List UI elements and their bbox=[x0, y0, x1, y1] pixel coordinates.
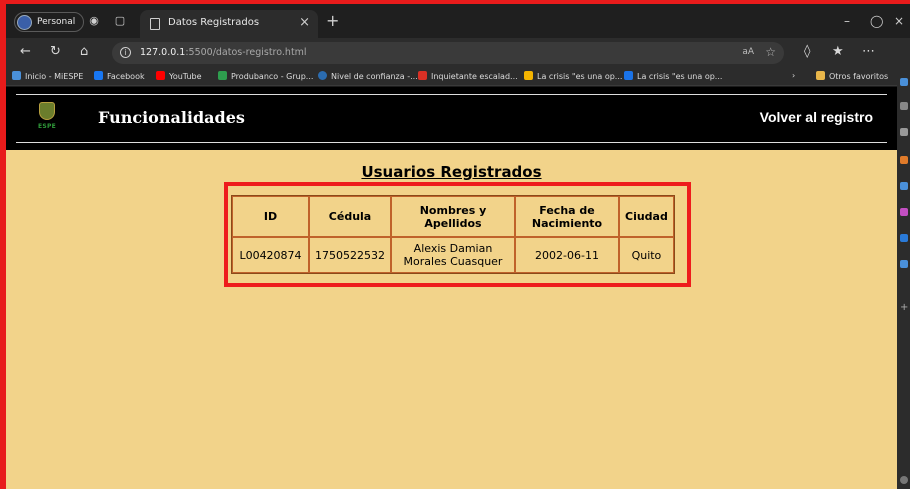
bookmarks-bar: Inicio - MiESPE Facebook YouTube Produba… bbox=[6, 68, 910, 86]
search-icon[interactable] bbox=[900, 128, 908, 136]
sidebar-icon[interactable] bbox=[900, 208, 908, 216]
divider bbox=[16, 142, 887, 143]
page-content: ESPE Funcionalidades Volver al registro … bbox=[6, 87, 897, 489]
sidebar-icon[interactable] bbox=[900, 156, 908, 164]
copilot-icon[interactable]: ◊ bbox=[804, 45, 810, 59]
column-header-nombres: Nombres y Apellidos bbox=[391, 196, 515, 237]
table-header-row: ID Cédula Nombres y Apellidos Fecha de N… bbox=[232, 196, 674, 237]
espe-logo: ESPE bbox=[36, 102, 58, 134]
bookmark-item[interactable]: Produbanco - Grup... bbox=[218, 71, 313, 81]
folder-icon bbox=[816, 71, 825, 80]
bookmark-item[interactable]: Inicio - MiESPE bbox=[12, 71, 83, 81]
add-icon[interactable]: + bbox=[900, 303, 908, 313]
shield-icon bbox=[39, 102, 55, 120]
profile-button[interactable]: Personal bbox=[14, 12, 85, 32]
tab-bar: Personal ◉ ▢ Datos Registrados × + – ◯ × bbox=[6, 4, 910, 38]
bookmark-icon bbox=[12, 71, 21, 80]
tab-title: Datos Registrados bbox=[168, 17, 260, 28]
profile-label: Personal bbox=[37, 17, 76, 27]
site-title: Funcionalidades bbox=[98, 108, 245, 127]
avatar bbox=[17, 15, 32, 30]
logo-text: ESPE bbox=[37, 123, 57, 130]
bookmark-item[interactable]: La crisis "es una op... bbox=[524, 71, 622, 81]
more-options-icon[interactable]: ⋯ bbox=[862, 45, 875, 59]
address-bar[interactable]: i 127.0.0.1:5500/datos-registro.html aA … bbox=[112, 42, 784, 64]
bookmark-icon bbox=[318, 71, 327, 80]
gear-icon[interactable] bbox=[900, 476, 908, 484]
site-header: ESPE Funcionalidades Volver al registro bbox=[6, 87, 897, 150]
page-icon bbox=[150, 18, 160, 30]
home-icon[interactable]: ⌂ bbox=[80, 45, 88, 59]
divider bbox=[16, 94, 887, 95]
new-tab-icon[interactable]: + bbox=[326, 13, 339, 29]
reload-icon[interactable]: ↻ bbox=[50, 45, 61, 59]
site-info-icon[interactable]: i bbox=[120, 47, 131, 58]
table-row: L00420874 1750522532 Alexis Damian Moral… bbox=[232, 237, 674, 273]
microsoft-icon bbox=[524, 71, 533, 80]
navigation-bar: ← ↻ ⌂ i 127.0.0.1:5500/datos-registro.ht… bbox=[6, 38, 910, 68]
copilot-sidebar-icon[interactable] bbox=[900, 78, 908, 86]
favorites-icon[interactable]: ★ bbox=[832, 45, 844, 59]
restore-icon[interactable]: ◯ bbox=[870, 14, 883, 28]
column-header-id: ID bbox=[232, 196, 309, 237]
close-tab-icon[interactable]: × bbox=[299, 15, 310, 30]
column-header-cedula: Cédula bbox=[309, 196, 391, 237]
bookmark-item[interactable]: Nivel de confianza -... bbox=[318, 71, 418, 81]
workspaces-icon[interactable]: ◉ bbox=[88, 15, 100, 27]
registered-users-table: ID Cédula Nombres y Apellidos Fecha de N… bbox=[231, 195, 675, 274]
url-text: 127.0.0.1:5500/datos-registro.html bbox=[140, 47, 307, 58]
cell-cedula: 1750522532 bbox=[309, 237, 391, 273]
youtube-icon bbox=[156, 71, 165, 80]
sidebar-icon[interactable] bbox=[900, 234, 908, 242]
column-header-fecha: Fecha de Nacimiento bbox=[515, 196, 619, 237]
cell-ciudad: Quito bbox=[619, 237, 674, 273]
other-favorites[interactable]: Otros favoritos bbox=[816, 71, 888, 81]
facebook-icon bbox=[94, 71, 103, 80]
bookmark-item[interactable]: Facebook bbox=[94, 71, 145, 81]
back-icon[interactable]: ← bbox=[20, 45, 31, 59]
chevron-right-icon[interactable]: › bbox=[792, 71, 795, 80]
page-heading: Usuarios Registrados bbox=[361, 163, 542, 181]
highlight-border-left bbox=[0, 0, 6, 489]
cell-nombres: Alexis Damian Morales Cuasquer bbox=[391, 237, 515, 273]
cell-fecha: 2002-06-11 bbox=[515, 237, 619, 273]
back-to-register-link[interactable]: Volver al registro bbox=[760, 109, 873, 125]
browser-window: Personal ◉ ▢ Datos Registrados × + – ◯ ×… bbox=[0, 0, 910, 489]
side-panel: + bbox=[897, 68, 910, 489]
favorite-star-icon[interactable]: ☆ bbox=[765, 45, 776, 59]
close-window-icon[interactable]: × bbox=[894, 14, 904, 28]
sidebar-icon[interactable] bbox=[900, 260, 908, 268]
bookmark-item[interactable]: Inquietante escalad... bbox=[418, 71, 518, 81]
cell-id: L00420874 bbox=[232, 237, 309, 273]
tab-datos-registrados[interactable]: Datos Registrados × bbox=[140, 10, 318, 38]
minimize-icon[interactable]: – bbox=[844, 14, 850, 28]
bookmark-icon bbox=[624, 71, 633, 80]
bookmark-icon bbox=[218, 71, 227, 80]
bookmark-item[interactable]: La crisis "es una op... bbox=[624, 71, 722, 81]
bookmark-item[interactable]: YouTube bbox=[156, 71, 202, 81]
column-header-ciudad: Ciudad bbox=[619, 196, 674, 237]
tab-actions-icon[interactable]: ▢ bbox=[114, 15, 126, 27]
bookmark-icon bbox=[418, 71, 427, 80]
sidebar-icon[interactable] bbox=[900, 182, 908, 190]
sidebar-icon[interactable] bbox=[900, 102, 908, 110]
read-aloud-icon[interactable]: aA bbox=[742, 47, 754, 57]
